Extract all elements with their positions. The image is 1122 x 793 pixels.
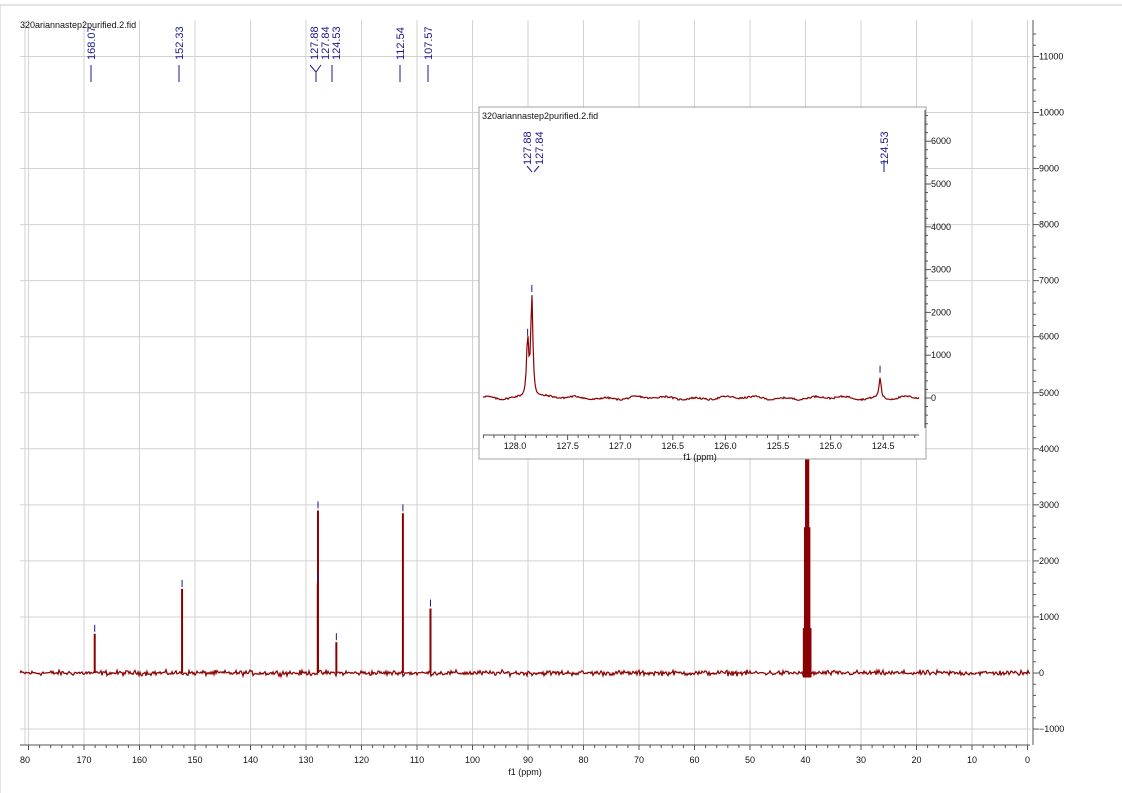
main-x-tick-label: 0 [1025,755,1030,765]
inset-y-tick-label: 3000 [931,265,951,275]
main-x-tick-label: 140 [243,755,258,765]
inset-y-tick-label: 2000 [931,307,951,317]
main-x-tick-label: 10 [967,755,977,765]
main-x-tick-label: 110 [410,755,424,765]
main-x-tick-label: 70 [634,755,644,765]
main-y-tick-label: 11000 [1039,51,1063,61]
main-y-tick-label: 8000 [1039,220,1059,230]
inset-plot: 320ariannastep2purified.2.fid 127.88 127.… [478,106,951,462]
inset-x-tick-label: 126.5 [662,441,685,451]
inset-x-tick-label: 124.5 [872,441,895,451]
main-peak-label: 124.53 [331,26,343,60]
inset-x-tick-label: 127.0 [609,441,632,451]
main-x-tick-label: 20 [911,755,921,765]
main-y-tick-label: 4000 [1039,444,1059,454]
main-peak-label: 168.07 [86,26,98,60]
main-x-tick-label: 80 [20,755,30,765]
main-y-tick-label: 7000 [1039,276,1059,286]
main-x-tick-label: 160 [132,755,147,765]
main-x-tick-label: 40 [800,755,810,765]
inset-peak-label: 127.84 [534,131,546,165]
main-peak-label: 107.57 [423,26,435,60]
inset-x-axis-label: f1 (ppm) [683,452,717,462]
main-x-tick-label: 130 [298,755,313,765]
main-y-tick-label: 6000 [1039,332,1059,342]
main-y-tick-label: 5000 [1039,388,1059,398]
inset-frame [478,106,927,460]
main-y-tick-label: 2000 [1039,556,1059,566]
main-peak-label: 112.54 [395,27,407,60]
inset-x-tick-label: 125.5 [767,441,790,451]
nmr-spectrum-figure: 320ariannastep2purified.2.fid 168.07 152.… [0,0,1122,793]
main-x-tick-label: 100 [465,755,480,765]
inset-x-tick-label: 128.0 [504,441,527,451]
inset-x-tick-label: 125.0 [819,441,842,451]
main-x-tick-label: 120 [354,755,369,765]
inset-peak-label: 124.53 [879,131,891,165]
inset-y-tick-label: 6000 [931,136,951,146]
main-y-tick-label: −1000 [1039,724,1064,734]
main-y-tick-label: 9000 [1039,164,1059,174]
inset-plot-title: 320ariannastep2purified.2.fid [482,111,598,121]
main-peak-label: 152.33 [174,26,186,60]
inset-peak-label: 127.88 [522,131,534,165]
main-x-tick-label: 50 [745,755,755,765]
inset-x-tick-label: 126.0 [714,441,737,451]
inset-y-tick-label: 4000 [931,222,951,232]
main-x-tick-label: 80 [578,755,588,765]
inset-y-tick-label: 0 [931,393,936,403]
inset-x-tick-label: 127.5 [556,441,579,451]
main-y-tick-label: 3000 [1039,500,1059,510]
main-x-tick-label: 30 [856,755,866,765]
main-x-axis-label: f1 (ppm) [508,767,542,777]
main-plot-title: 320ariannastep2purified.2.fid [20,20,136,30]
main-y-tick-label: 0 [1039,668,1044,678]
inset-y-tick-label: 5000 [931,179,951,189]
main-y-tick-label: 10000 [1039,108,1064,118]
main-x-tick-label: 90 [523,755,533,765]
main-y-tick-label: 1000 [1039,612,1059,622]
inset-y-tick-label: 1000 [931,350,951,360]
main-x-tick-label: 170 [76,755,91,765]
main-x-tick-label: 60 [689,755,699,765]
main-x-tick-label: 150 [187,755,202,765]
